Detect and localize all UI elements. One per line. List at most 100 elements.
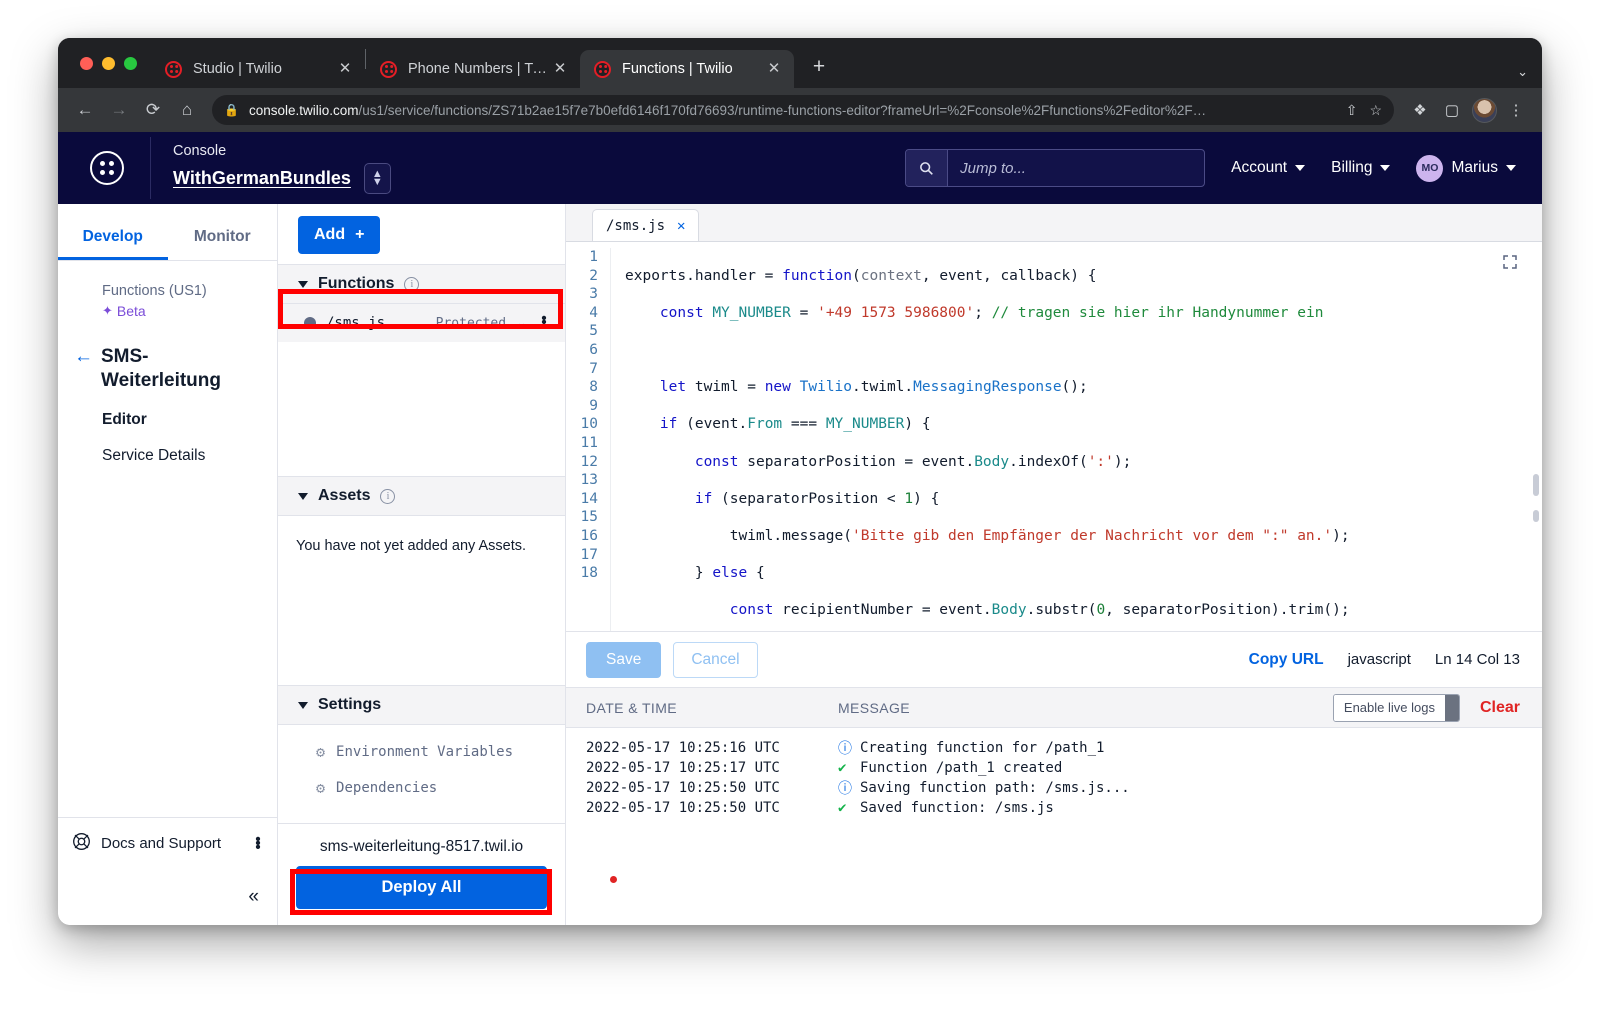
code-scrollbar-thumb[interactable] — [1533, 474, 1539, 496]
info-icon: ⓘ — [838, 781, 852, 797]
console-header: Console WithGermanBundles ▲▼ Account — [58, 132, 1542, 204]
sparkle-icon: ✦ — [102, 303, 113, 318]
kebab-menu-icon[interactable]: • • • — [251, 832, 265, 855]
chevron-up-down-icon[interactable]: ▲ ▼ — [363, 162, 391, 194]
code-editor[interactable]: 1 2 3 4 5 6 7 8 9 10 11 12 13 14 15 16 17 18 exports.hand… — [566, 242, 1542, 631]
sidebar-item-editor[interactable]: Editor — [102, 411, 277, 429]
info-icon[interactable]: i — [404, 276, 420, 292]
search-icon[interactable] — [906, 150, 949, 186]
logs-panel: DATE & TIME MESSAGE Enable live logs Cle… — [566, 687, 1542, 925]
billing-menu[interactable]: Billing — [1331, 159, 1391, 177]
add-button-label: Add — [314, 226, 346, 243]
line-number-gutter: 1 2 3 4 5 6 7 8 9 10 11 12 13 14 15 16 17 18 — [566, 248, 610, 631]
user-menu[interactable]: MO Marius — [1416, 154, 1516, 182]
line-number: 8 — [589, 379, 598, 396]
account-menu[interactable]: Account — [1231, 159, 1306, 177]
twilio-icon — [594, 60, 611, 78]
beta-badge: ✦ Beta — [102, 303, 277, 319]
app-body: Develop Monitor Functions (US1) ✦ Beta ←… — [58, 204, 1542, 925]
close-icon[interactable]: ✕ — [550, 59, 570, 79]
browser-tab-phone-numbers[interactable]: Phone Numbers | Twilio ✕ — [366, 50, 580, 88]
bookmark-star-icon[interactable]: ☆ — [1369, 102, 1382, 119]
settings-item-dependencies[interactable]: ⚙ Dependencies — [278, 779, 565, 797]
close-icon[interactable]: ✕ — [764, 59, 784, 79]
info-icon[interactable]: i — [380, 488, 396, 504]
log-message: Saving function path: /sms.js... — [860, 780, 1130, 796]
jump-to-search[interactable] — [905, 149, 1206, 187]
address-bar[interactable]: 🔒 console.twilio.com/us1/service/functio… — [212, 95, 1394, 125]
toggle-knob[interactable] — [1444, 694, 1459, 721]
back-button[interactable]: ← — [70, 95, 100, 125]
close-icon[interactable]: ✕ — [335, 59, 355, 79]
tab-develop[interactable]: Develop — [58, 216, 168, 260]
chevron-down-icon[interactable]: ⌄ — [516, 315, 527, 331]
window-controls[interactable] — [70, 38, 151, 88]
side-panel-icon[interactable]: ▢ — [1438, 96, 1466, 124]
success-check-icon: ✔ — [838, 760, 847, 776]
close-icon[interactable]: ✕ — [677, 218, 685, 234]
tab-list-chevron-down-icon[interactable]: ⌄ — [1517, 64, 1528, 80]
cancel-button[interactable]: Cancel — [673, 641, 758, 678]
browser-tab-functions[interactable]: Functions | Twilio ✕ — [580, 50, 794, 88]
settings-item-label: Dependencies — [336, 780, 438, 796]
account-name-link[interactable]: WithGermanBundles — [173, 168, 351, 189]
kebab-menu-icon[interactable]: • • • — [537, 311, 551, 334]
close-window-button[interactable] — [80, 56, 93, 70]
minimize-window-button[interactable] — [102, 56, 115, 70]
code-lines[interactable]: exports.handler = function(context, even… — [625, 248, 1542, 631]
url-path: /us1/service/functions/ZS71b2ae15f7e7b0e… — [358, 102, 1207, 118]
assets-section-header[interactable]: Assets i — [278, 476, 565, 516]
enable-live-logs-toggle[interactable]: Enable live logs — [1332, 693, 1460, 722]
docs-and-support[interactable]: Docs and Support • • • — [58, 817, 277, 869]
clear-logs-button[interactable]: Clear — [1480, 699, 1520, 717]
logs-list: 2022-05-17 10:25:16 UTC ⓘ Creating funct… — [566, 728, 1542, 883]
info-icon: ⓘ — [838, 741, 852, 757]
share-icon[interactable]: ⇧ — [1346, 102, 1358, 119]
lifebuoy-icon — [72, 832, 91, 856]
add-button[interactable]: Add + — [298, 216, 381, 254]
settings-section-title: Settings — [318, 696, 382, 713]
functions-section-header[interactable]: Functions i — [278, 264, 565, 304]
panel-spacer — [278, 554, 565, 685]
expand-icon[interactable] — [1502, 254, 1518, 274]
sidebar-item-service-details[interactable]: Service Details — [102, 447, 277, 465]
success-check-icon: ✔ — [838, 800, 847, 816]
new-tab-button[interactable]: + — [802, 51, 836, 85]
chevron-down-icon — [1506, 165, 1516, 171]
browser-menu-kebab-icon[interactable]: ⋮ — [1502, 96, 1530, 124]
save-button[interactable]: Save — [586, 641, 662, 678]
home-button[interactable]: ⌂ — [172, 95, 202, 125]
reload-button[interactable]: ⟳ — [138, 95, 168, 125]
user-name-label: Marius — [1451, 159, 1498, 176]
collapse-sidebar-row: « — [58, 869, 277, 925]
docs-and-support-label: Docs and Support — [101, 835, 222, 852]
search-input[interactable] — [948, 159, 1205, 177]
line-number: 7 — [589, 360, 598, 377]
editor-tab-sms-js[interactable]: /sms.js ✕ — [592, 209, 700, 241]
assets-section-title: Assets — [318, 487, 371, 504]
logs-column-date: DATE & TIME — [586, 699, 678, 716]
twilio-icon — [380, 60, 397, 78]
left-sidebar: Develop Monitor Functions (US1) ✦ Beta ←… — [58, 204, 278, 925]
copy-url-button[interactable]: Copy URL — [1249, 651, 1324, 669]
collapse-sidebar-icon[interactable]: « — [248, 886, 259, 908]
settings-section-header[interactable]: Settings — [278, 685, 565, 725]
code-scrollbar-thumb-2[interactable] — [1533, 510, 1539, 522]
maximize-window-button[interactable] — [124, 56, 137, 70]
extensions-puzzle-icon[interactable]: ❖ — [1406, 96, 1434, 124]
profile-avatar[interactable] — [1470, 96, 1498, 124]
line-number: 16 — [580, 527, 598, 544]
browser-tab-studio[interactable]: Studio | Twilio ✕ — [151, 50, 365, 88]
settings-item-environment-variables[interactable]: ⚙ Environment Variables — [278, 743, 565, 761]
screenshot-root: Studio | Twilio ✕ Phone Numbers | Twilio… — [0, 0, 1600, 1020]
tab-monitor[interactable]: Monitor — [168, 216, 278, 260]
back-arrow-icon[interactable]: ← — [74, 345, 93, 369]
forward-button[interactable]: → — [104, 95, 134, 125]
chevron-down-icon — [1295, 165, 1306, 171]
deploy-all-button[interactable]: Deploy All — [296, 866, 547, 909]
functions-list: /sms.js Protected ⌄ • • • — [278, 304, 565, 476]
function-file-row[interactable]: /sms.js Protected ⌄ • • • — [278, 304, 565, 342]
beta-label: Beta — [116, 303, 146, 319]
twilio-grid-icon[interactable] — [90, 151, 124, 185]
